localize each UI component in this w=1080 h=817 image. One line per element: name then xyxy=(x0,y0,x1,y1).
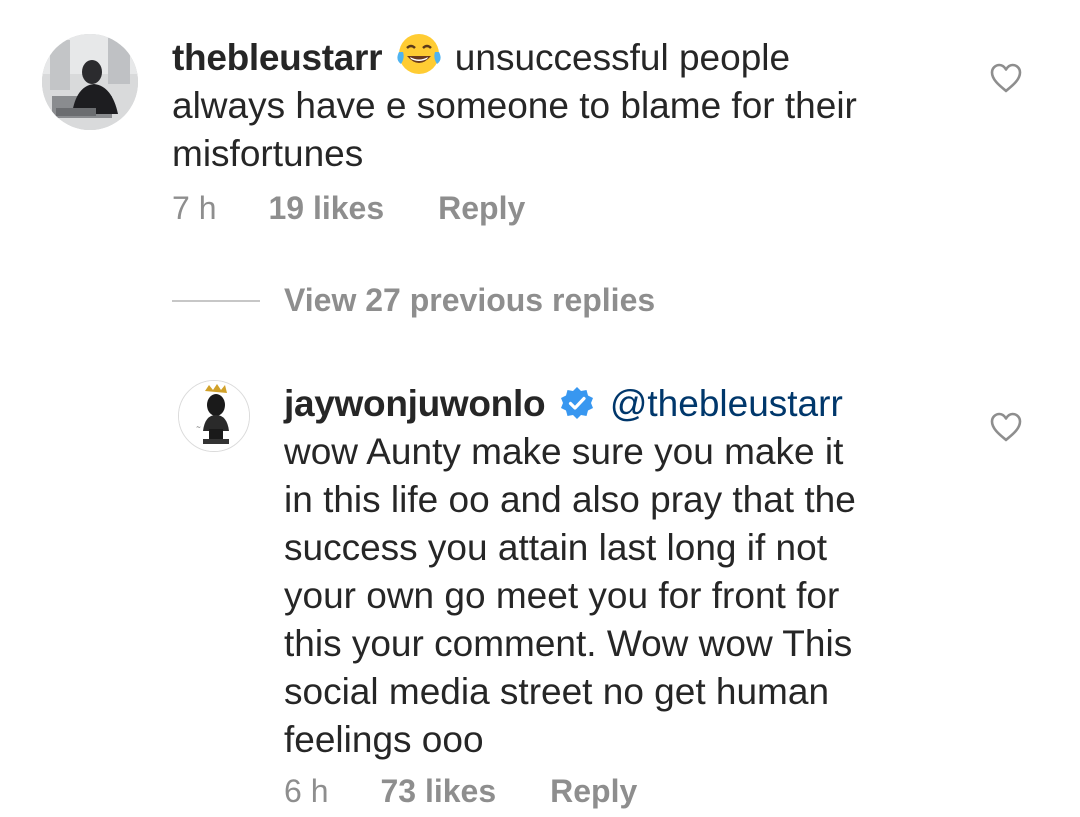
comment-text-line: success you attain last long if not xyxy=(284,527,827,568)
comment-jaywonjuwonlo: jaywonjuwonlo @thebleustarr wow Aunty ma… xyxy=(284,380,984,764)
verified-badge-icon xyxy=(560,387,593,419)
comment-text-line: in this life oo and also pray that the xyxy=(284,479,856,520)
comment-time: 6 h xyxy=(284,773,329,809)
divider-line xyxy=(172,299,260,302)
avatar[interactable] xyxy=(42,34,138,130)
avatar-photo xyxy=(42,34,138,130)
avatar[interactable]: ~ xyxy=(178,380,250,452)
heart-outline-icon[interactable] xyxy=(989,411,1023,443)
comment-text-first-line: unsuccessful people xyxy=(454,37,791,78)
view-replies-label[interactable]: View 27 previous replies xyxy=(284,282,655,319)
comment-text-line: social media street no get human xyxy=(284,671,830,712)
comment-time: 7 h xyxy=(172,190,217,226)
comment-username[interactable]: jaywonjuwonlo xyxy=(284,383,546,424)
comments-screen: thebleustarr unsuccessful people always … xyxy=(0,0,1080,817)
likes-count[interactable]: 19 likes xyxy=(268,190,384,227)
avatar-photo: ~ xyxy=(179,381,249,451)
view-previous-replies[interactable]: View 27 previous replies xyxy=(172,282,655,319)
reply-button[interactable]: Reply xyxy=(438,190,525,227)
comment-text-line: feelings ooo xyxy=(284,719,484,760)
comment-body: thebleustarr unsuccessful people always … xyxy=(172,32,972,178)
comment-username[interactable]: thebleustarr xyxy=(172,37,383,78)
comment-thebleustarr: thebleustarr unsuccessful people always … xyxy=(172,32,972,178)
comment-text-line: always have e someone to blame for their xyxy=(172,85,857,126)
reply-button[interactable]: Reply xyxy=(550,773,637,810)
likes-count[interactable]: 73 likes xyxy=(380,773,496,810)
comment-meta: 7 h 19 likes Reply xyxy=(172,190,525,227)
svg-text:~: ~ xyxy=(196,424,201,431)
comment-text-line: wow Aunty make sure you make it xyxy=(284,431,844,472)
mention-link[interactable]: @thebleustarr xyxy=(610,383,843,424)
comment-meta: 6 h 73 likes Reply xyxy=(284,773,637,810)
comment-body: jaywonjuwonlo @thebleustarr wow Aunty ma… xyxy=(284,380,984,764)
comment-text-line: this your comment. Wow wow This xyxy=(284,623,853,664)
comment-text-line: misfortunes xyxy=(172,133,364,174)
heart-outline-icon[interactable] xyxy=(989,62,1023,94)
comment-text-line: your own go meet you for front for xyxy=(284,575,840,616)
tears-of-joy-emoji-icon xyxy=(396,34,441,74)
